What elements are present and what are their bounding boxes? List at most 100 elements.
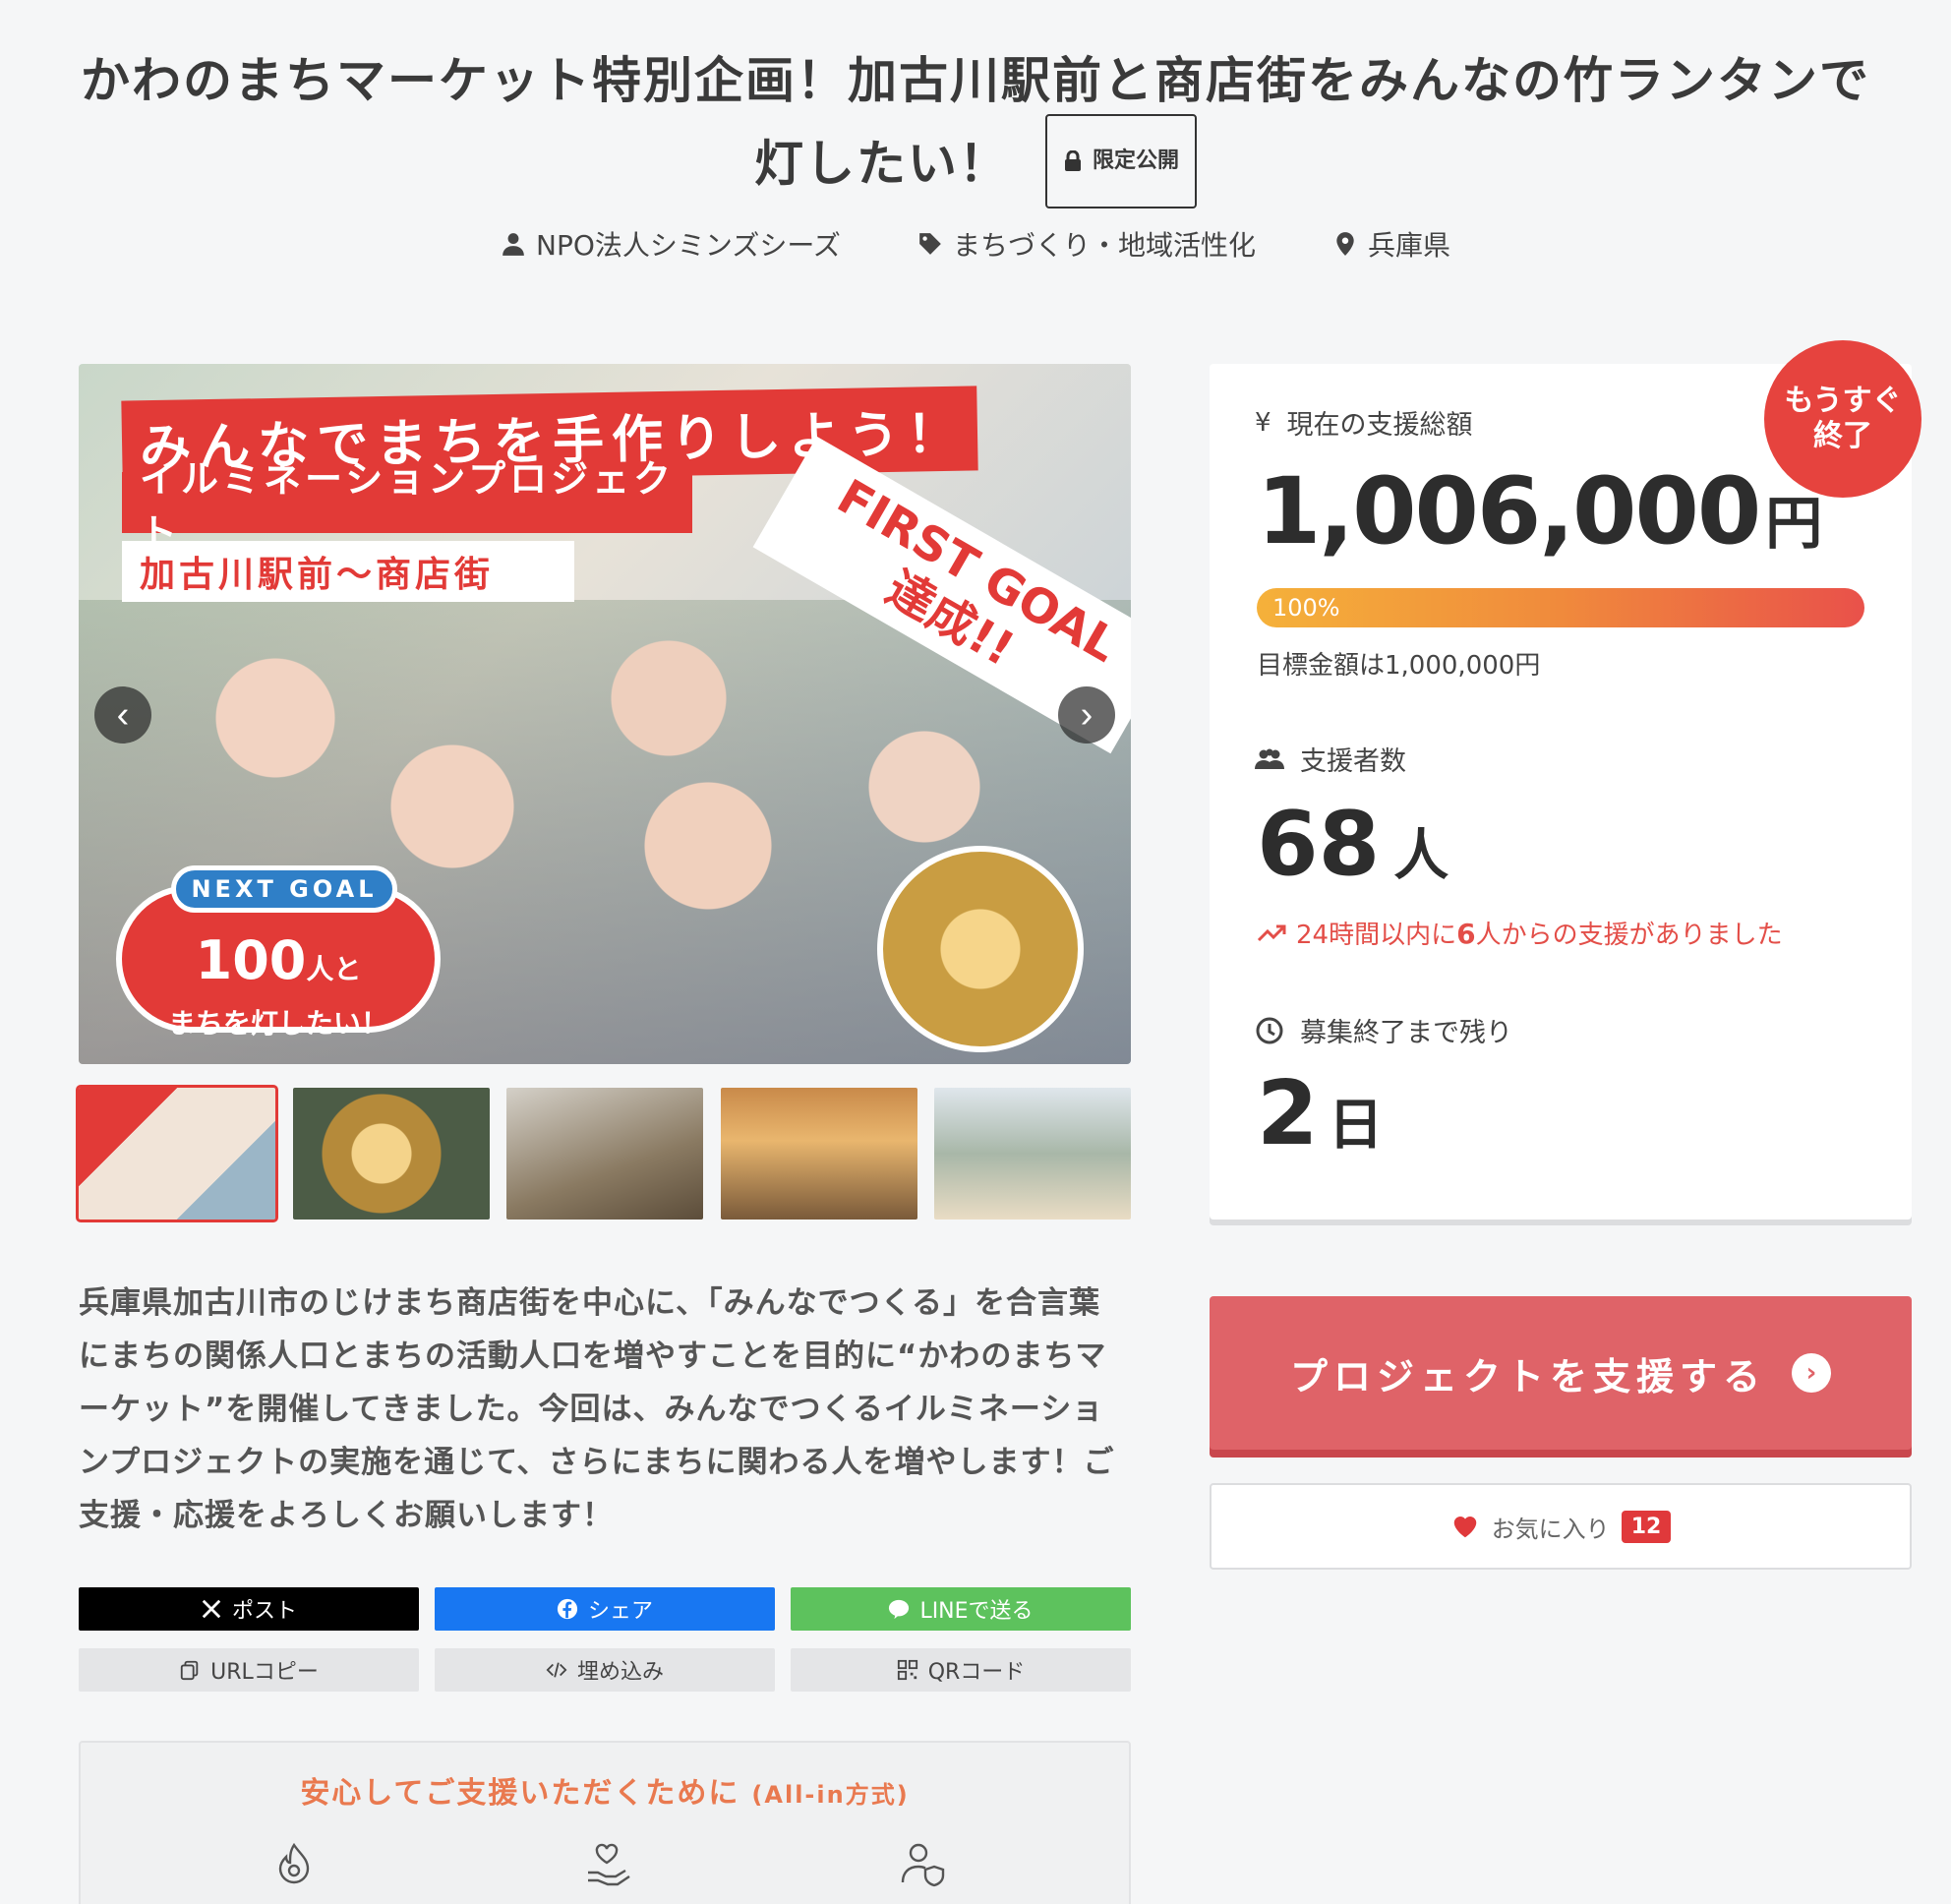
next-goal-sub: まちを灯したい！ xyxy=(167,1007,388,1040)
next-goal-pill: NEXT GOAL xyxy=(171,865,397,913)
qr-code-icon xyxy=(897,1659,917,1681)
progress-label: 100% xyxy=(1272,594,1340,622)
trend-pre: 24時間以内に xyxy=(1296,921,1457,950)
trending-up-icon xyxy=(1257,924,1286,941)
days-remaining: 2日 xyxy=(1257,1062,1384,1165)
carousel-next-button[interactable]: › xyxy=(1058,686,1115,744)
line-icon xyxy=(889,1599,910,1620)
hero-location: 加古川駅前〜商店街 xyxy=(122,541,574,602)
facebook-share-button[interactable]: シェア xyxy=(435,1587,775,1631)
line-send-label: LINEで送る xyxy=(919,1599,1034,1624)
favorite-button[interactable]: お気に入り 12 xyxy=(1210,1483,1912,1570)
total-amount-unit: 円 xyxy=(1765,490,1822,557)
facebook-icon xyxy=(557,1598,578,1620)
thumbnail-3[interactable] xyxy=(506,1088,703,1220)
x-post-label: ポスト xyxy=(231,1599,297,1624)
facebook-share-label: シェア xyxy=(587,1599,653,1624)
heart-hand-icon xyxy=(582,1839,631,1888)
url-copy-button[interactable]: URLコピー xyxy=(79,1648,419,1692)
category-name: まちづくり・地域活性化 xyxy=(952,229,1256,262)
ending-soon-line1: もうすぐ xyxy=(1784,384,1902,418)
total-amount: 1,006,000 円 xyxy=(1257,458,1822,565)
thumbnail-strip xyxy=(76,1085,1131,1222)
chevron-right-circle-icon: › xyxy=(1792,1353,1831,1393)
line-send-button[interactable]: LINEで送る xyxy=(791,1587,1131,1631)
next-goal-main: 100人と xyxy=(122,934,435,996)
thumbnail-2[interactable] xyxy=(292,1088,490,1220)
days-remaining-unit: 日 xyxy=(1328,1094,1384,1158)
qr-code-button[interactable]: QRコード xyxy=(791,1648,1131,1692)
organizer-name: NPO法人シミンズシーズ xyxy=(536,229,841,262)
private-badge: 限定公開 xyxy=(1044,114,1197,208)
tag-icon xyxy=(919,233,941,255)
safety-info-section: 安心してご支援いただくために (All-in方式) xyxy=(79,1741,1131,1904)
next-goal-number: 100 xyxy=(195,929,307,991)
trend-post: 人からの支援がありました xyxy=(1475,921,1783,950)
location-name: 兵庫県 xyxy=(1367,229,1450,262)
thumbnail-4[interactable] xyxy=(720,1088,917,1220)
remaining-label-text: 募集終了まで残り xyxy=(1300,1018,1512,1048)
heart-icon xyxy=(1453,1517,1476,1538)
fire-drop-icon xyxy=(269,1839,319,1888)
clock-icon xyxy=(1256,1017,1283,1043)
page-title-text: かわのまちマーケット特別企画！加古川駅前と商店街をみんなの竹ランタンで灯したい！ xyxy=(81,52,1870,193)
project-summary: 兵庫県加古川市のじけまち商店街を中心に、「みんなでつくる」を合言葉にまちの関係人… xyxy=(79,1285,1115,1533)
share-row-secondary: URLコピー 埋め込み QRコード xyxy=(79,1648,1131,1692)
lantern-photo-inset xyxy=(877,846,1084,1052)
supporters-count-value: 68 xyxy=(1257,793,1381,896)
supporters-label-text: 支援者数 xyxy=(1300,746,1406,777)
yen-icon: ¥ xyxy=(1255,407,1271,438)
favorite-label: お気に入り xyxy=(1491,1515,1610,1543)
qr-code-label: QRコード xyxy=(927,1660,1026,1685)
code-icon xyxy=(546,1662,567,1678)
category-link[interactable]: まちづくり・地域活性化 xyxy=(917,224,1256,264)
goal-amount-text: 目標金額は1,000,000円 xyxy=(1257,651,1541,681)
chevron-left-icon: ‹ xyxy=(116,693,130,736)
supporters-label: 支援者数 xyxy=(1255,740,1406,778)
safety-title: 安心してご支援いただくために (All-in方式) xyxy=(81,1768,1129,1812)
location-link[interactable]: 兵庫県 xyxy=(1332,224,1450,264)
trend-count: 6 xyxy=(1456,918,1476,950)
embed-button[interactable]: 埋め込み xyxy=(435,1648,775,1692)
total-amount-value: 1,006,000 xyxy=(1257,458,1761,565)
copy-icon xyxy=(181,1660,199,1681)
hero-image[interactable]: みんなでまちを手作りしよう！ イルミネーションプロジェクト 加古川駅前〜商店街 … xyxy=(79,364,1131,1064)
url-copy-label: URLコピー xyxy=(210,1660,319,1685)
supporters-count: 68 人 xyxy=(1257,793,1448,896)
next-goal-badge: NEXT GOAL 100人と まちを灯したい！ xyxy=(116,865,441,1040)
safety-mode: (All-in方式) xyxy=(751,1781,910,1809)
project-meta: NPO法人シミンズシーズ まちづくり・地域活性化 兵庫県 xyxy=(0,224,1951,264)
x-post-button[interactable]: ポスト xyxy=(79,1587,419,1631)
embed-label: 埋め込み xyxy=(576,1660,664,1685)
carousel-prev-button[interactable]: ‹ xyxy=(94,686,151,744)
user-shield-icon xyxy=(899,1839,948,1888)
user-icon xyxy=(503,233,524,256)
organizer-link[interactable]: NPO法人シミンズシーズ xyxy=(501,224,841,264)
support-project-label: プロジェクトを支援する xyxy=(1289,1354,1766,1398)
trend-text: 24時間以内に6人からの支援がありました xyxy=(1296,915,1783,951)
hero-subheadline: イルミネーションプロジェクト xyxy=(122,457,692,555)
thumbnail-1[interactable] xyxy=(76,1085,278,1222)
lock-icon xyxy=(1064,150,1081,171)
support-project-button[interactable]: プロジェクトを支援する › xyxy=(1210,1296,1912,1450)
recent-support-trend: 24時間以内に6人からの支援がありました xyxy=(1257,915,1783,951)
favorite-count: 12 xyxy=(1621,1510,1672,1543)
thumbnail-5[interactable] xyxy=(934,1088,1131,1220)
amount-label-text: 現在の支援総額 xyxy=(1286,410,1473,441)
private-badge-label: 限定公開 xyxy=(1092,149,1179,173)
remaining-label: 募集終了まで残り xyxy=(1255,1011,1512,1049)
amount-label: ¥ 現在の支援総額 xyxy=(1255,403,1473,442)
next-goal-unit: 人と xyxy=(306,953,362,985)
map-pin-icon xyxy=(1336,232,1354,256)
page-title: かわのまちマーケット特別企画！加古川駅前と商店街をみんなの竹ランタンで灯したい！… xyxy=(59,41,1892,214)
share-row-primary: ポスト シェア LINEで送る xyxy=(79,1587,1131,1631)
funding-progress-bar: 100% xyxy=(1257,588,1864,627)
ending-soon-line2: 終了 xyxy=(1813,419,1872,453)
safety-title-text: 安心してご支援いただくために xyxy=(300,1776,740,1811)
days-remaining-value: 2 xyxy=(1257,1062,1319,1165)
chevron-right-icon: › xyxy=(1080,693,1094,736)
supporters-count-unit: 人 xyxy=(1393,824,1449,888)
users-icon xyxy=(1255,748,1284,769)
project-title-area: かわのまちマーケット特別企画！加古川駅前と商店街をみんなの竹ランタンで灯したい！… xyxy=(59,41,1892,214)
x-logo-icon xyxy=(202,1599,221,1619)
